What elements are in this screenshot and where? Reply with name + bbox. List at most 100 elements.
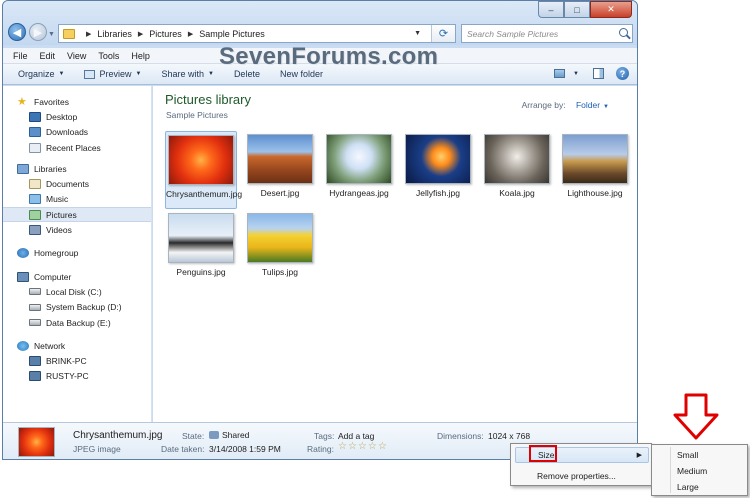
organize-label: Organize bbox=[18, 69, 55, 79]
drive-icon bbox=[29, 288, 41, 296]
close-button[interactable]: ✕ bbox=[590, 1, 632, 18]
file-item[interactable]: Desert.jpg bbox=[244, 134, 316, 198]
change-view-icon[interactable] bbox=[554, 69, 566, 78]
file-item[interactable]: Hydrangeas.jpg bbox=[323, 134, 395, 198]
file-name: Jellyfish.jpg bbox=[416, 188, 460, 198]
nav-label: Homegroup bbox=[34, 248, 79, 259]
help-icon[interactable]: ? bbox=[616, 67, 629, 80]
menu-item-small[interactable]: Small bbox=[677, 450, 698, 460]
toolbar-right-group: ▼ ? bbox=[554, 67, 629, 80]
pc-icon bbox=[29, 356, 41, 367]
chevron-down-icon[interactable]: ▼ bbox=[414, 30, 421, 37]
nav-recent-places[interactable]: Recent Places bbox=[3, 140, 151, 155]
menu-tools[interactable]: Tools bbox=[98, 51, 119, 61]
address-bar[interactable]: ▶ Libraries ▶ Pictures ▶ Sample Pictures… bbox=[58, 24, 456, 43]
nav-favorites[interactable]: ★ Favorites bbox=[3, 94, 151, 109]
explorer-window: – □ ✕ ◀ ▶ ▼ ▶ Libraries ▶ Pictures ▶ Sam… bbox=[2, 0, 638, 460]
nav-videos[interactable]: Videos bbox=[3, 222, 151, 237]
menu-edit[interactable]: Edit bbox=[40, 51, 56, 61]
nav-documents[interactable]: Documents bbox=[3, 176, 151, 191]
menu-item-medium[interactable]: Medium bbox=[677, 466, 707, 476]
nav-desktop[interactable]: Desktop bbox=[3, 109, 151, 124]
image-thumbnail bbox=[562, 134, 628, 184]
organize-button[interactable]: Organize ▼ bbox=[18, 69, 64, 79]
computer-group: Computer Local Disk (C:) System Backup (… bbox=[3, 269, 151, 330]
refresh-button[interactable]: ⟳ bbox=[431, 25, 455, 42]
documents-icon bbox=[29, 179, 41, 190]
videos-icon bbox=[29, 225, 41, 236]
menu-file[interactable]: File bbox=[13, 51, 28, 61]
nav-label: Videos bbox=[46, 225, 72, 236]
file-item[interactable]: Tulips.jpg bbox=[244, 213, 316, 277]
nav-rusty-pc[interactable]: RUSTY-PC bbox=[3, 369, 151, 384]
file-item[interactable]: Chrysanthemum.jpg bbox=[165, 131, 243, 209]
state-value: Shared bbox=[209, 430, 249, 440]
recent-pages-dropdown[interactable]: ▼ bbox=[48, 31, 55, 38]
file-name: Penguins.jpg bbox=[176, 267, 226, 277]
chevron-right-icon[interactable]: ▶ bbox=[138, 30, 143, 38]
arrange-by-dropdown[interactable]: Folder bbox=[576, 100, 600, 110]
nav-local-disk-c[interactable]: Local Disk (C:) bbox=[3, 284, 151, 299]
image-thumbnail bbox=[247, 134, 313, 184]
drive-icon bbox=[29, 319, 41, 326]
nav-computer[interactable]: Computer bbox=[3, 269, 151, 284]
nav-network[interactable]: Network bbox=[3, 338, 151, 353]
menu-view[interactable]: View bbox=[67, 51, 86, 61]
state-label: State: bbox=[182, 431, 205, 441]
file-item[interactable]: Penguins.jpg bbox=[165, 213, 237, 277]
nav-system-backup-d[interactable]: System Backup (D:) bbox=[3, 300, 151, 315]
breadcrumb-sample-pictures[interactable]: Sample Pictures bbox=[199, 29, 265, 39]
date-taken-value[interactable]: 3/14/2008 1:59 PM bbox=[209, 444, 281, 454]
desktop-icon bbox=[29, 111, 41, 122]
tags-label: Tags: bbox=[314, 431, 335, 441]
menu-item-remove-properties[interactable]: Remove properties... bbox=[515, 468, 649, 484]
nav-pictures[interactable]: Pictures bbox=[3, 207, 151, 223]
library-subtitle: Sample Pictures bbox=[166, 110, 228, 120]
chevron-right-icon[interactable]: ▶ bbox=[188, 30, 193, 38]
nav-libraries[interactable]: Libraries bbox=[3, 161, 151, 176]
share-with-button[interactable]: Share with ▼ bbox=[161, 69, 213, 79]
nav-music[interactable]: Music bbox=[3, 192, 151, 207]
nav-brink-pc[interactable]: BRINK-PC bbox=[3, 353, 151, 368]
file-name: Koala.jpg bbox=[499, 188, 535, 198]
file-item[interactable]: Koala.jpg bbox=[481, 134, 553, 198]
library-title: Pictures library bbox=[165, 92, 251, 107]
maximize-button[interactable]: □ bbox=[564, 1, 590, 18]
nav-data-backup-e[interactable]: Data Backup (E:) bbox=[3, 315, 151, 330]
preview-button[interactable]: Preview ▼ bbox=[84, 69, 141, 79]
computer-icon bbox=[17, 271, 29, 282]
chevron-right-icon[interactable]: ▶ bbox=[86, 30, 91, 38]
recent-places-icon bbox=[29, 142, 41, 153]
star-icon: ★ bbox=[17, 95, 27, 108]
arrow-right-icon: ▶ bbox=[33, 26, 43, 39]
libraries-group: Libraries Documents Music Pictures Video… bbox=[3, 161, 151, 237]
file-name: Chrysanthemum.jpg bbox=[166, 189, 243, 199]
search-icon[interactable] bbox=[619, 28, 628, 37]
share-with-label: Share with bbox=[161, 69, 204, 79]
tags-value[interactable]: Add a tag bbox=[338, 431, 374, 441]
menu-help[interactable]: Help bbox=[131, 51, 150, 61]
back-button[interactable]: ◀ bbox=[8, 23, 26, 41]
chevron-down-icon[interactable]: ▼ bbox=[603, 104, 609, 110]
nav-downloads[interactable]: Downloads bbox=[3, 125, 151, 140]
nav-label: Downloads bbox=[46, 127, 89, 138]
dimensions-label: Dimensions: bbox=[437, 431, 484, 441]
preview-pane-icon[interactable] bbox=[593, 68, 604, 79]
forward-button[interactable]: ▶ bbox=[29, 23, 47, 41]
search-input[interactable]: Search Sample Pictures bbox=[461, 24, 633, 43]
menu-separator bbox=[670, 447, 671, 493]
breadcrumb-pictures[interactable]: Pictures bbox=[149, 29, 182, 39]
chevron-right-icon: ▶ bbox=[636, 452, 642, 459]
file-item[interactable]: Jellyfish.jpg bbox=[402, 134, 474, 198]
chevron-down-icon[interactable]: ▼ bbox=[573, 71, 579, 77]
favorites-group: ★ Favorites Desktop Downloads Recent Pla… bbox=[3, 94, 151, 155]
rating-stars[interactable]: ☆☆☆☆☆ bbox=[338, 441, 388, 452]
file-item[interactable]: Lighthouse.jpg bbox=[559, 134, 631, 198]
breadcrumb-libraries[interactable]: Libraries bbox=[97, 29, 132, 39]
nav-label: RUSTY-PC bbox=[46, 371, 89, 382]
menu-item-large[interactable]: Large bbox=[677, 482, 699, 492]
menu-item-label: Remove properties... bbox=[537, 471, 616, 481]
nav-label: BRINK-PC bbox=[46, 356, 87, 367]
minimize-button[interactable]: – bbox=[538, 1, 564, 18]
nav-homegroup[interactable]: Homegroup bbox=[3, 246, 151, 261]
